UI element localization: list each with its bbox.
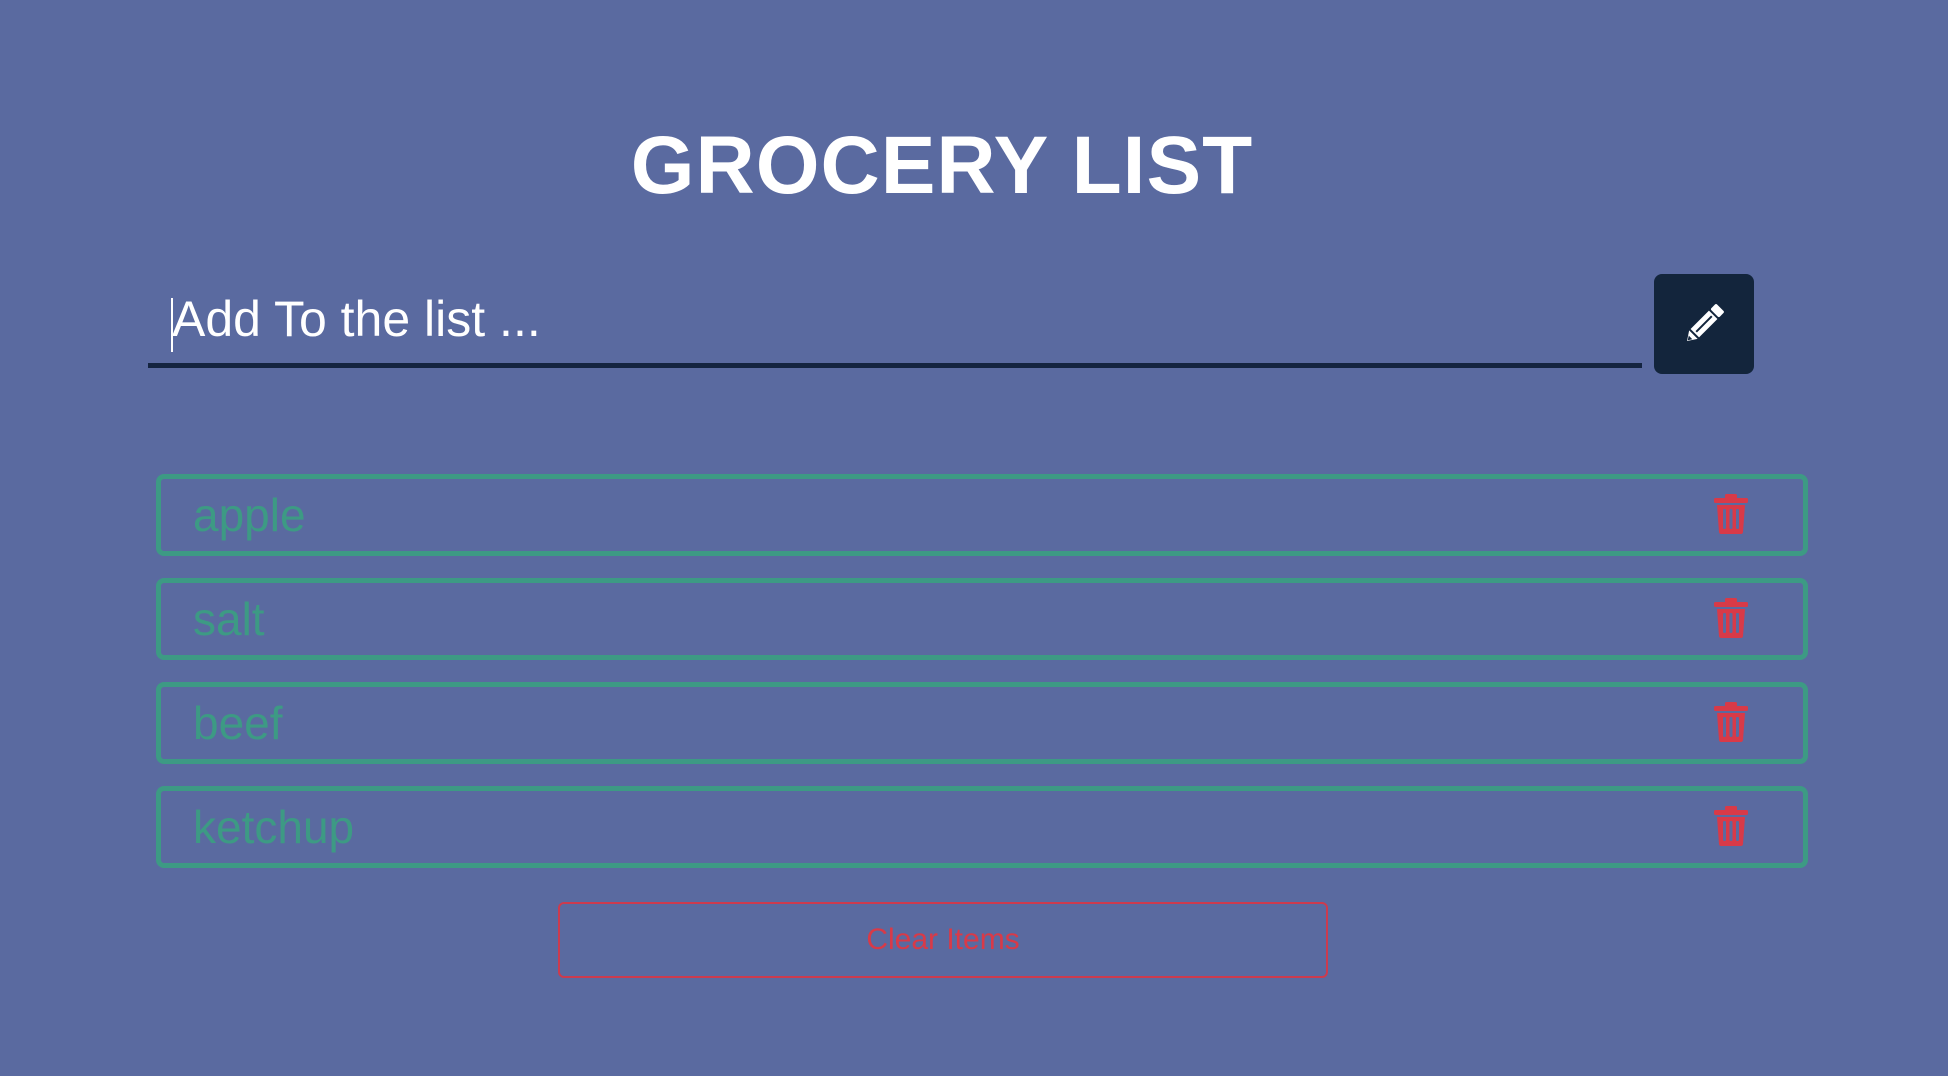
- trash-icon: [1714, 702, 1748, 742]
- delete-item-button[interactable]: [1713, 493, 1749, 535]
- page-title: GROCERY LIST: [630, 120, 1254, 211]
- clear-items-button[interactable]: Clear Items: [558, 902, 1328, 978]
- trash-icon: [1714, 806, 1748, 846]
- item-name: salt: [193, 593, 265, 645]
- item-name: beef: [193, 697, 283, 749]
- add-item-input[interactable]: [148, 274, 1642, 368]
- delete-item-button[interactable]: [1713, 805, 1749, 847]
- item-name: ketchup: [193, 801, 355, 853]
- trash-icon: [1714, 598, 1748, 638]
- list-item: apple: [156, 474, 1808, 556]
- list-item: ketchup: [156, 786, 1808, 868]
- delete-item-button[interactable]: [1713, 701, 1749, 743]
- item-name: apple: [193, 489, 306, 541]
- add-item-form: [148, 274, 1754, 374]
- text-caret: [171, 298, 173, 352]
- add-item-button[interactable]: [1654, 274, 1754, 374]
- list-item: beef: [156, 682, 1808, 764]
- grocery-list: apple salt beef ketchup: [156, 474, 1808, 890]
- trash-icon: [1714, 494, 1748, 534]
- delete-item-button[interactable]: [1713, 597, 1749, 639]
- list-item: salt: [156, 578, 1808, 660]
- pencil-icon: [1687, 304, 1724, 341]
